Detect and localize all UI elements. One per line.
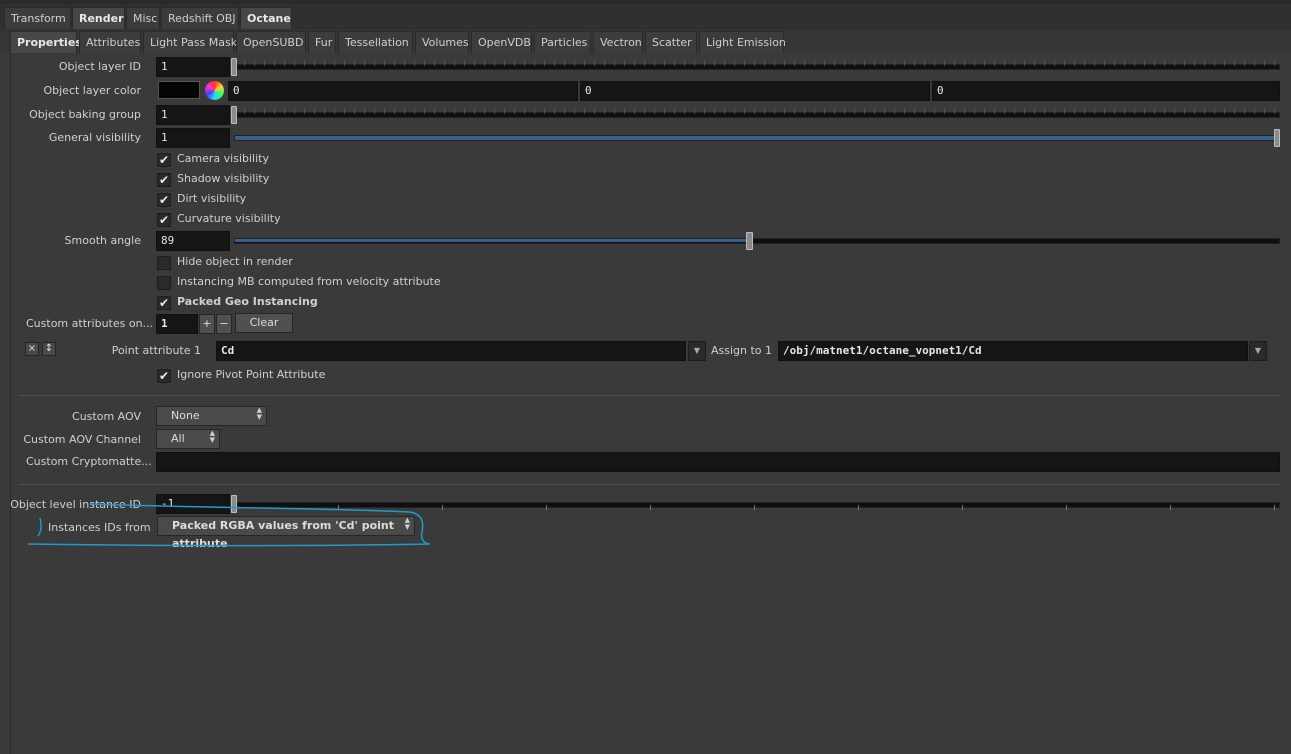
annotation-outline (27, 503, 431, 547)
